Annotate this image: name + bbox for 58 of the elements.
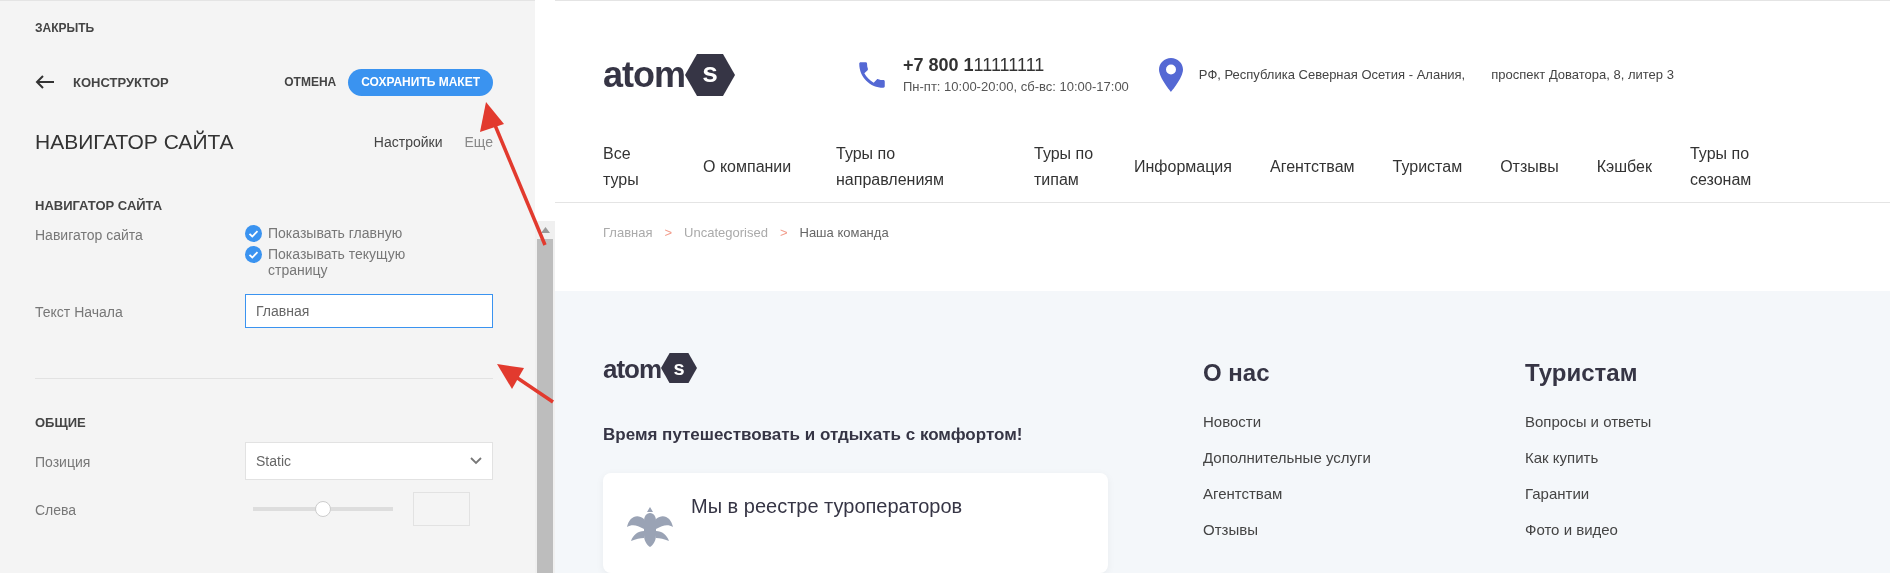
footer-link[interactable]: Дополнительные услуги [1203, 449, 1525, 466]
section-heading: ОБЩИЕ [35, 415, 87, 430]
footer-link[interactable]: Гарантии [1525, 485, 1847, 502]
close-link[interactable]: ЗАКРЫТЬ [35, 21, 95, 35]
footer-link[interactable]: Как купить [1525, 449, 1847, 466]
nav-link[interactable]: Туры по направлениям [836, 140, 996, 193]
footer-heading: О нас [1203, 359, 1271, 387]
footer-link[interactable]: Вопросы и ответы [1525, 413, 1847, 430]
breadcrumb-separator: > [779, 224, 788, 242]
address-text: РФ, Республика Северная Осетия - Алания, [1198, 67, 1466, 83]
scroll-up-icon[interactable] [540, 227, 550, 233]
nav-link[interactable]: Все туры [603, 140, 665, 193]
logo-text: atom [603, 353, 662, 385]
footer-link[interactable]: Фото и видео [1525, 521, 1847, 538]
checkbox-label: Показывать главную [268, 225, 403, 241]
arrow-annotation [497, 364, 554, 404]
nav-link[interactable]: Информация [1134, 153, 1232, 180]
nav-link[interactable]: Агентствам [1269, 153, 1355, 180]
field-label: Навигатор сайта [35, 226, 144, 245]
scrollbar[interactable] [535, 221, 555, 573]
widget-title: НАВИГАТОР САЙТА [35, 130, 235, 154]
map-pin-icon [1158, 57, 1183, 92]
back-arrow-icon[interactable] [35, 75, 55, 89]
position-dropdown[interactable]: Static [245, 442, 493, 480]
field-label: Текст Начала [35, 303, 124, 320]
footer-link[interactable]: Агентствам [1203, 485, 1525, 502]
cancel-button[interactable]: ОТМЕНА [284, 75, 337, 89]
opening-hours: Пн-пт: 10:00-20:00, сб-вс: 10:00-17:00 [903, 79, 1129, 95]
phone-number[interactable]: +7 800 111111111 [903, 55, 1129, 77]
nav-link[interactable]: Туристам [1392, 153, 1463, 180]
nav-link[interactable]: Кэшбек [1596, 153, 1652, 180]
footer-heading: Туристам [1525, 359, 1639, 387]
nav-link[interactable]: Туры по сезонам [1689, 140, 1780, 193]
footer-tagline: Время путешествовать и отдыхать с комфортом! [603, 425, 1024, 445]
registry-card[interactable]: Мы в реестре туроператоров [603, 473, 1108, 573]
checkbox-label: Показывать текущую страницу [268, 246, 407, 278]
breadcrumb-separator: > [664, 224, 673, 242]
section-heading: НАВИГАТОР САЙТА [35, 198, 164, 213]
footer-link[interactable]: Новости [1203, 413, 1525, 430]
text-field[interactable]: Главная [245, 294, 493, 328]
logo-badge: s [661, 353, 698, 385]
logo-text: atom [603, 53, 685, 96]
chevron-down-icon [470, 457, 482, 465]
checkbox[interactable] [245, 225, 262, 242]
tab[interactable]: Настройки [373, 134, 443, 150]
card-title: Мы в реестре туроператоров [691, 495, 963, 519]
address-text: проспект Доватора, 8, литер 3 [1491, 67, 1674, 83]
scrollbar-thumb[interactable] [537, 239, 553, 573]
nav-link[interactable]: Туры по типам [1034, 140, 1096, 193]
panel-heading: КОНСТРУКТОР [73, 74, 170, 90]
logo-badge: s [685, 53, 735, 96]
field-label: Слева [35, 501, 78, 518]
nav-link[interactable]: О компании [703, 153, 798, 180]
slider-thumb[interactable] [315, 501, 331, 517]
checkbox[interactable] [245, 246, 262, 263]
footer-link[interactable]: Отзывы [1203, 521, 1525, 538]
field-label: Позиция [35, 453, 92, 470]
nav-link[interactable]: Отзывы [1500, 153, 1559, 180]
